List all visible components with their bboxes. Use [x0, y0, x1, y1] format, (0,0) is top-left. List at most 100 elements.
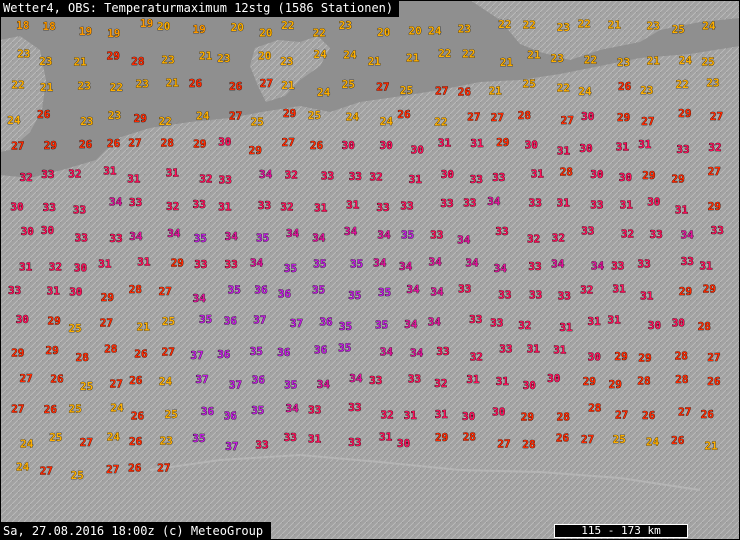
station-temp-label: 27: [707, 351, 720, 364]
station-temp-label: 30: [411, 144, 424, 157]
station-temp-label: 29: [435, 431, 448, 444]
station-temp-label: 30: [21, 225, 34, 238]
station-temp-label: 21: [647, 55, 661, 68]
station-temp-label: 32: [381, 408, 394, 421]
station-temp-label: 34: [465, 257, 479, 270]
station-temp-label: 21: [74, 56, 88, 69]
station-temp-label: 22: [498, 18, 511, 31]
station-temp-label: 24: [346, 110, 360, 123]
station-temp-label: 26: [642, 409, 656, 422]
station-temp-label: 34: [344, 225, 358, 238]
station-temp-label: 33: [558, 290, 571, 303]
station-temp-label: 28: [518, 109, 531, 122]
station-temp-label: 28: [637, 375, 650, 388]
station-temp-label: 23: [80, 115, 93, 128]
station-temp-label: 25: [165, 408, 178, 421]
station-temp-label: 30: [590, 168, 603, 181]
station-temp-label: 31: [559, 321, 573, 334]
station-temp-label: 28: [560, 166, 573, 179]
station-temp-label: 26: [37, 108, 51, 121]
station-temp-label: 27: [40, 464, 53, 477]
station-temp-label: 25: [49, 431, 62, 444]
station-temp-label: 34: [487, 195, 501, 208]
station-temp-label: 27: [106, 463, 119, 476]
station-temp-label: 35: [250, 345, 263, 358]
station-temp-label: 34: [259, 168, 273, 181]
station-temp-label: 33: [499, 342, 512, 355]
station-temp-label: 29: [703, 283, 716, 296]
station-temp-label: 33: [348, 436, 361, 449]
station-temp-label: 25: [308, 109, 321, 122]
station-temp-label: 31: [218, 201, 232, 214]
station-temp-label: 29: [48, 315, 61, 328]
station-temp-label: 33: [528, 260, 541, 273]
station-temp-label: 23: [458, 23, 471, 36]
station-temp-label: 35: [194, 232, 207, 245]
station-temp-label: 29: [708, 200, 721, 213]
station-temp-label: 24: [317, 86, 331, 99]
station-temp-label: 22: [313, 26, 326, 39]
station-temp-label: 30: [74, 261, 87, 274]
weather-map[interactable]: 18 18 19 19 19 20 19 20 20 22 22 23 20 20 24 23 22 22 23 22…: [0, 0, 740, 540]
station-temp-label: 28: [161, 136, 174, 149]
station-temp-label: 32: [552, 232, 565, 245]
station-temp-label: 29: [583, 375, 596, 388]
station-temp-label: 23: [217, 52, 230, 65]
station-temp-label: 28: [129, 283, 142, 296]
station-temp-label: 23: [339, 19, 352, 32]
station-temp-label: 34: [349, 372, 363, 385]
scale-bar: 115 - 173 km: [554, 524, 688, 538]
station-temp-label: 20: [231, 21, 244, 34]
station-temp-label: 24: [16, 461, 30, 474]
station-temp-label: 27: [491, 111, 504, 124]
station-temp-label: 37: [190, 349, 203, 362]
station-temp-label: 34: [406, 283, 420, 296]
station-temp-label: 26: [458, 86, 472, 99]
station-temp-label: 22: [110, 81, 123, 94]
station-temp-label: 33: [529, 289, 542, 302]
station-temp-label: 31: [496, 375, 510, 388]
station-temp-label: 26: [671, 434, 685, 447]
station-temp-label: 29: [107, 49, 120, 62]
station-temp-label: 31: [620, 199, 634, 212]
station-temp-label: 24: [428, 25, 442, 38]
station-temp-label: 29: [642, 169, 655, 182]
station-temp-label: 33: [75, 231, 88, 244]
station-temp-label: 35: [199, 313, 212, 326]
station-temp-label: 29: [11, 347, 24, 360]
station-temp-label: 33: [348, 401, 361, 414]
station-temp-label: 27: [157, 462, 170, 475]
station-temp-label: 21: [368, 55, 382, 68]
station-temp-label: 34: [591, 259, 605, 272]
station-temp-label: 31: [346, 198, 360, 211]
station-temp-label: 31: [616, 141, 630, 154]
station-temp-label: 27: [100, 316, 113, 329]
station-temp-label: 25: [672, 23, 685, 36]
station-temp-label: 21: [527, 49, 541, 62]
station-temp-label: 22: [584, 54, 597, 67]
station-temp-label: 22: [438, 47, 451, 60]
station-temp-label: 31: [409, 173, 423, 186]
station-temp-label: 33: [219, 174, 232, 187]
station-temp-label: 26: [310, 139, 324, 152]
station-temp-label: 36: [252, 373, 266, 386]
station-temp-label: 31: [638, 138, 652, 151]
station-temp-label: 33: [590, 199, 603, 212]
station-temp-label: 36: [254, 284, 268, 297]
station-temp-label: 22: [12, 79, 25, 92]
station-temp-label: 29: [679, 285, 692, 298]
station-temp-label: 23: [617, 56, 630, 69]
station-temp-label: 37: [225, 440, 238, 453]
station-temp-label: 25: [69, 403, 82, 416]
station-temp-label: 35: [312, 284, 325, 297]
station-temp-label: 26: [618, 80, 632, 93]
station-temp-label: 31: [314, 202, 328, 215]
station-temp-label: 34: [129, 230, 143, 243]
station-temp-label: 31: [527, 343, 541, 356]
station-temp-label: 34: [286, 402, 300, 415]
station-temp-label: 33: [495, 225, 508, 238]
station-temp-label: 27: [260, 77, 273, 90]
station-temp-label: 22: [159, 115, 172, 128]
station-temp-label: 36: [314, 344, 328, 357]
station-temp-label: 35: [228, 283, 241, 296]
